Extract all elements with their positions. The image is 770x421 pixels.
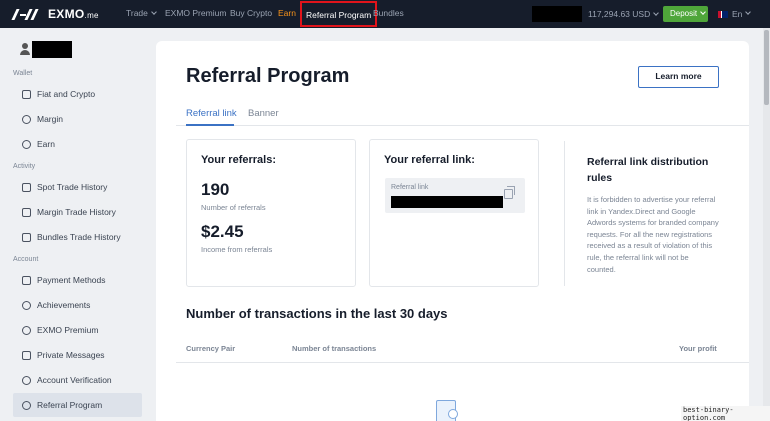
- rules-divider: [564, 141, 565, 286]
- sidebar-item-private-messages[interactable]: Private Messages: [13, 343, 142, 367]
- referrals-count-label: Number of referrals: [201, 203, 266, 212]
- learn-more-button[interactable]: Learn more: [638, 66, 719, 88]
- premium-icon: [22, 325, 31, 335]
- wallet-icon: [22, 89, 31, 99]
- top-navigation-bar: EXMO.me Trade EXMO Premium Buy Crypto Ea…: [0, 0, 770, 28]
- balance-display[interactable]: 117,294.63 USD: [588, 9, 660, 19]
- tab-banner[interactable]: Banner: [248, 108, 279, 119]
- referral-link-box: Your referral link: Referral link: [369, 139, 539, 287]
- history-icon: [22, 232, 31, 242]
- history-icon: [22, 207, 31, 217]
- percent-icon: [22, 114, 31, 124]
- nav-trade[interactable]: Trade: [126, 8, 157, 18]
- chevron-down-icon: [151, 9, 157, 15]
- exmo-logo[interactable]: EXMO.me: [11, 7, 99, 21]
- referral-link-title: Your referral link:: [384, 154, 475, 166]
- table-header-divider: [176, 362, 749, 363]
- uk-flag-icon: [718, 10, 728, 18]
- chevron-down-icon: [700, 9, 706, 15]
- tab-referral-link[interactable]: Referral link: [186, 108, 237, 119]
- sidebar-item-margin[interactable]: Margin: [13, 107, 142, 131]
- sidebar-item-achievements[interactable]: Achievements: [13, 293, 142, 317]
- referrals-income: $2.45: [201, 222, 244, 241]
- deposit-button[interactable]: Deposit: [663, 6, 708, 22]
- rules-title: Referral link distribution rules: [587, 156, 709, 184]
- sidebar-item-exmo-premium[interactable]: EXMO Premium: [13, 318, 142, 342]
- sidebar-item-earn[interactable]: Earn: [13, 132, 142, 156]
- redacted-referral-link: [391, 196, 503, 208]
- sidebar-item-fiat-and-crypto[interactable]: Fiat and Crypto: [13, 82, 142, 106]
- message-icon: [22, 350, 31, 360]
- tabs-divider: [176, 125, 749, 126]
- referrals-stats-box: Your referrals: 190 Number of referrals …: [186, 139, 356, 287]
- transactions-title: Number of transactions in the last 30 da…: [186, 306, 448, 321]
- medal-icon: [22, 300, 31, 310]
- language-selector[interactable]: En: [718, 9, 752, 19]
- empty-document-search-icon: [436, 398, 462, 421]
- check-circle-icon: [22, 375, 31, 385]
- sidebar-item-account-verification[interactable]: Account Verification: [13, 368, 142, 392]
- sidebar-item-spot-trade-history[interactable]: Spot Trade History: [13, 175, 142, 199]
- chevron-down-icon: [653, 10, 660, 16]
- main-content-card: Referral Program Learn more Referral lin…: [156, 41, 749, 421]
- referrals-income-label: Income from referrals: [201, 245, 273, 254]
- column-header-currency-pair: Currency Pair: [186, 344, 236, 353]
- referral-link-field-label: Referral link: [391, 184, 429, 191]
- redacted-user-name: [32, 41, 72, 58]
- referral-link-field[interactable]: Referral link: [385, 178, 525, 213]
- redacted-username: [532, 6, 582, 22]
- referral-icon: [22, 400, 31, 410]
- watermark: best-binary-option.com: [681, 406, 770, 421]
- coins-icon: [22, 139, 31, 149]
- account-sidebar: Wallet Fiat and Crypto Margin Earn Activ…: [0, 28, 150, 421]
- sidebar-item-bundles-trade-history[interactable]: Bundles Trade History: [13, 225, 142, 249]
- nav-referral-program[interactable]: Referral Program: [300, 1, 378, 27]
- nav-bundles[interactable]: Bundles: [373, 8, 404, 18]
- column-header-your-profit: Your profit: [679, 344, 717, 353]
- history-icon: [22, 182, 31, 192]
- nav-exmo-premium[interactable]: EXMO Premium: [165, 8, 226, 18]
- logo-text: EXMO.me: [48, 7, 99, 21]
- column-header-number-of-transactions: Number of transactions: [292, 344, 377, 353]
- sidebar-item-payment-methods[interactable]: Payment Methods: [13, 268, 142, 292]
- section-label-account: Account: [13, 256, 39, 263]
- chevron-down-icon: [745, 9, 752, 15]
- logo-mark-icon: [11, 8, 48, 20]
- nav-earn[interactable]: Earn: [278, 8, 296, 18]
- bank-icon: [22, 275, 31, 285]
- user-icon: [20, 42, 30, 56]
- copy-icon[interactable]: [504, 186, 515, 199]
- rules-text: It is forbidden to advertise your referr…: [587, 195, 719, 274]
- active-tab-indicator: [186, 124, 234, 126]
- section-label-activity: Activity: [13, 163, 36, 170]
- page-title: Referral Program: [186, 65, 350, 87]
- sidebar-item-referral-program[interactable]: Referral Program: [13, 393, 142, 417]
- nav-buy-crypto[interactable]: Buy Crypto: [230, 8, 272, 18]
- scrollbar-thumb[interactable]: [764, 30, 769, 105]
- sidebar-item-margin-trade-history[interactable]: Margin Trade History: [13, 200, 142, 224]
- section-label-wallet: Wallet: [13, 70, 33, 77]
- referrals-count: 190: [201, 180, 230, 199]
- referrals-title: Your referrals:: [201, 154, 276, 166]
